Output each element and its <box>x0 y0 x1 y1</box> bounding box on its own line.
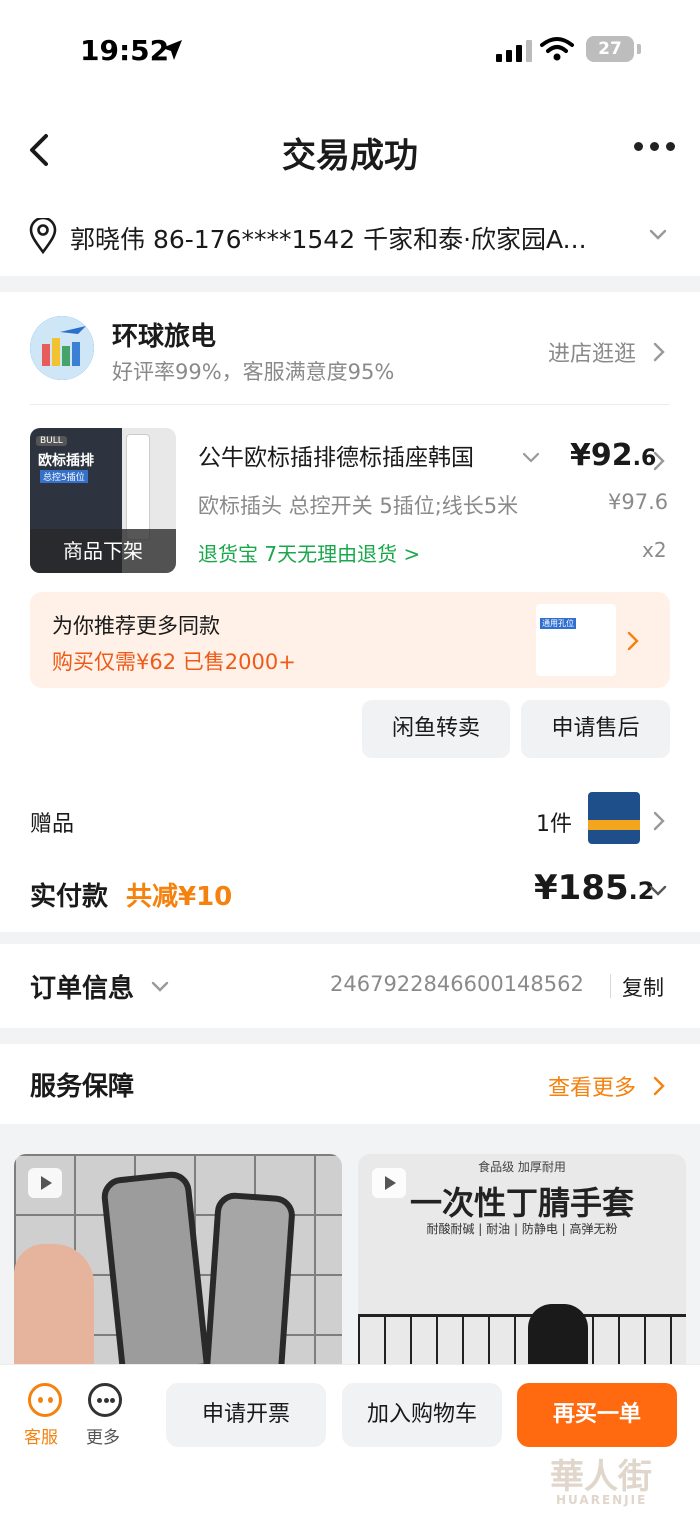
power-strip-graphic <box>126 434 150 540</box>
gift-count: 1件 <box>536 812 572 837</box>
gift-label: 赠品 <box>30 812 75 837</box>
product-image[interactable]: BULL 欧标插排 总控5插位 商品下架 <box>30 428 176 573</box>
divider <box>610 974 611 998</box>
order-number: 2467922846600148562 <box>330 972 584 996</box>
more-icon[interactable] <box>88 1383 122 1417</box>
order-item-card: 环球旅电 好评率99%，客服满意度95% 进店逛逛 BULL 欧标插排 总控5插… <box>0 292 700 932</box>
gift-thumb-bar <box>588 820 640 830</box>
status-time: 19:52 <box>80 34 170 67</box>
add-to-cart-button[interactable]: 加入购物车 <box>342 1383 502 1447</box>
address-text: 郭晓伟 86-176****1542 千家和泰·欣家园A... <box>70 225 587 254</box>
cellular-signal-icon <box>496 40 532 62</box>
utility-knife-graphic <box>203 1191 297 1364</box>
service-title: 服务保障 <box>30 1072 135 1102</box>
feed-item-tags: 耐酸耐碱 | 耐油 | 防静电 | 高弹无粉 <box>426 1222 618 1236</box>
chevron-right-icon[interactable] <box>652 810 666 832</box>
location-pin-icon <box>29 218 57 254</box>
chevron-right-icon <box>653 342 665 362</box>
chevron-right-icon[interactable] <box>652 1075 666 1097</box>
chevron-right-icon[interactable] <box>652 450 666 472</box>
chevron-down-icon[interactable] <box>150 980 170 994</box>
paid-amount-main: ¥185 <box>534 868 629 908</box>
feed-item-title: 一次性丁腈手套 <box>409 1184 634 1222</box>
paid-label: 实付款 <box>30 882 109 912</box>
wifi-icon <box>540 37 574 61</box>
feed-item[interactable] <box>14 1154 342 1364</box>
play-icon <box>372 1168 406 1198</box>
order-info-title[interactable]: 订单信息 <box>30 968 134 1005</box>
feed-item[interactable]: 食品级 加厚耐用 一次性丁腈手套 耐酸耐碱 | 耐油 | 防静电 | 高弹无粉 <box>358 1154 686 1364</box>
order-info-row: 订单信息 2467922846600148562 复制 <box>0 944 700 1028</box>
address-row[interactable]: 郭晓伟 86-176****1542 千家和泰·欣家园A... <box>0 200 700 276</box>
paid-amount: ¥185.2 <box>534 868 654 908</box>
nav-bar: 交易成功 <box>0 100 700 200</box>
request-invoice-button[interactable]: 申请开票 <box>166 1383 326 1447</box>
product-price-main: ¥92 <box>570 438 633 473</box>
play-icon <box>28 1168 62 1198</box>
product-image-subtitle: 总控5插位 <box>40 470 88 483</box>
page-title: 交易成功 <box>282 136 418 176</box>
feed-item-tagline: 食品级 加厚耐用 <box>478 1160 566 1174</box>
battery-tip <box>637 44 641 54</box>
airplane-globe-icon <box>30 316 94 380</box>
product-image-tag: BULL <box>36 436 67 446</box>
status-bar: 19:52 27 <box>0 0 700 100</box>
watermark-logo: 華人街 HUARENJIE <box>550 1449 690 1511</box>
product-spec: 欧标插头 总控开关 5插位;线长5米 <box>198 494 519 518</box>
buy-again-button[interactable]: 再买一单 <box>517 1383 677 1447</box>
discount-amount: 共减¥10 <box>126 882 233 912</box>
shop-name[interactable]: 环球旅电 <box>112 316 216 353</box>
copy-button[interactable]: 复制 <box>622 972 664 1002</box>
product-quantity: x2 <box>642 538 667 562</box>
product-price: ¥92.6 <box>570 438 656 473</box>
chevron-down-icon[interactable] <box>522 452 540 464</box>
recommend-price: 购买仅需¥62 已售2000+ <box>52 650 296 674</box>
recommend-thumb-label: 通用孔位 <box>540 618 576 629</box>
customer-service-label[interactable]: 客服 <box>24 1423 58 1448</box>
more-options-icon[interactable] <box>634 142 675 151</box>
offshelf-badge: 商品下架 <box>30 529 176 573</box>
gift-thumbnail[interactable] <box>588 792 640 844</box>
customer-service-icon[interactable] <box>28 1383 62 1417</box>
shop-logo[interactable] <box>30 316 94 380</box>
product-image-title: 欧标插排 <box>38 453 94 469</box>
battery-icon: 27 <box>586 36 634 62</box>
location-arrow-icon <box>162 40 182 60</box>
after-sale-button[interactable]: 申请售后 <box>521 700 670 758</box>
recommend-thumbnail: 通用孔位 <box>536 604 616 676</box>
more-label[interactable]: 更多 <box>86 1423 120 1448</box>
enter-shop-link[interactable]: 进店逛逛 <box>548 336 636 368</box>
watermark-mark: 華人街 <box>550 1457 652 1497</box>
product-name[interactable]: 公牛欧标插排德标插座韩国 <box>198 438 512 472</box>
chevron-down-icon <box>649 229 667 240</box>
return-guarantee[interactable]: 退货宝 7天无理由退货 > <box>198 538 420 567</box>
shelf-graphic <box>358 1314 686 1364</box>
glove-graphic <box>528 1304 588 1364</box>
bottom-action-bar: 客服 更多 申请开票 加入购物车 再买一单 華人街 HUARENJIE <box>0 1364 700 1520</box>
recommend-banner[interactable]: 为你推荐更多同款 购买仅需¥62 已售2000+ 通用孔位 <box>30 592 670 688</box>
divider <box>30 404 670 405</box>
view-more-link[interactable]: 查看更多 <box>548 1070 636 1102</box>
service-guarantee-row: 服务保障 查看更多 <box>0 1044 700 1124</box>
shop-rating: 好评率99%，客服满意度95% <box>112 360 395 384</box>
original-price: ¥97.6 <box>608 490 669 514</box>
hand-graphic <box>14 1244 94 1364</box>
chevron-down-icon[interactable] <box>648 884 668 898</box>
recommend-title: 为你推荐更多同款 <box>52 614 220 638</box>
watermark-sub: HUARENJIE <box>556 1493 648 1507</box>
chevron-right-icon <box>627 631 639 651</box>
recommend-feed: 食品级 加厚耐用 一次性丁腈手套 耐酸耐碱 | 耐油 | 防静电 | 高弹无粉 <box>0 1124 700 1364</box>
resell-button[interactable]: 闲鱼转卖 <box>362 700 510 758</box>
